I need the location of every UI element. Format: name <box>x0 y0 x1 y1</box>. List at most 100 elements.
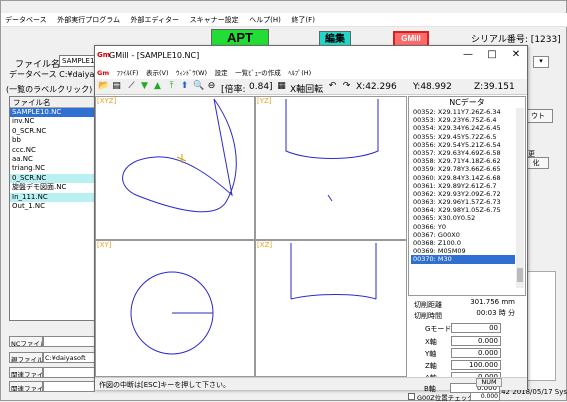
parent-filename-field[interactable]: C:¥daiyasoft <box>43 352 95 363</box>
menu-help[interactable]: ヘルプ(H) <box>245 13 285 26</box>
list-item[interactable]: In_111.NC <box>10 192 94 202</box>
maximize-icon[interactable]: □ <box>483 49 501 60</box>
step-up-icon[interactable]: ▲ <box>152 81 163 92</box>
zoom-in-icon[interactable]: 🔍 <box>193 81 204 92</box>
y-axis-label: Y軸 <box>425 350 437 358</box>
nc-data-title: NCデータ <box>449 98 485 107</box>
nc-line[interactable]: 00370: M30 <box>411 255 515 264</box>
menu-exit[interactable]: 終了(F) <box>287 13 319 26</box>
nc-line[interactable]: 00366: Y0 <box>411 223 515 231</box>
zoom-out-icon[interactable]: ⊖ <box>206 81 217 92</box>
view-label-yz: [YZ] <box>257 97 272 105</box>
menu-database[interactable]: データベース <box>1 13 51 26</box>
gmill-title: GMill - [SAMPLE10.NC] <box>109 51 200 60</box>
xy-toolpath <box>130 271 214 355</box>
step-down-icon[interactable]: ▼ <box>139 81 150 92</box>
nc-line[interactable]: 00356: X29.54Y5.21Z-6.54 <box>411 141 515 149</box>
nc-line[interactable]: 00368: Z100.0 <box>411 239 515 247</box>
list-item[interactable]: Out_1.NC <box>10 202 94 211</box>
gmill-titlebar[interactable]: Gm GMill - [SAMPLE10.NC] — □ ✕ <box>95 46 527 66</box>
cut-time-label: 切削時間 <box>414 312 442 320</box>
g00z-check-value: 0.000 <box>470 392 500 401</box>
nc-line[interactable]: 00362: X29.93Y2.09Z-6.72 <box>411 190 515 198</box>
gmode-label: Gモード <box>425 325 452 333</box>
gmill-menu-help[interactable]: ﾍﾙﾌﾟ(H) <box>288 66 316 77</box>
nc-scroll-thumb[interactable] <box>517 268 523 282</box>
x-axis-label: X軸 <box>425 338 437 346</box>
list-item[interactable]: 旋盤デモ図面.NC <box>10 183 94 192</box>
nc-line[interactable]: 00363: X29.96Y1.57Z-6.73 <box>411 198 515 206</box>
menu-external-editor[interactable]: 外部エディター <box>127 13 184 26</box>
file-list-header[interactable]: ファイル名 <box>10 97 94 108</box>
nc-line[interactable]: 00358: X29.71Y4.18Z-6.62 <box>411 157 515 165</box>
nc-line[interactable]: 00361: X29.89Y2.61Z-6.7 <box>411 182 515 190</box>
nc-filename-label: NCファイル名 <box>9 336 43 347</box>
view-yz[interactable]: [YZ] <box>255 96 407 240</box>
xyz-toolpath <box>122 98 237 213</box>
x-coordinate: X:42.296 <box>356 82 397 92</box>
nc-scrollbar[interactable] <box>516 108 524 288</box>
list-item[interactable]: aa.NC <box>10 155 94 164</box>
rotate-label[interactable]: X軸回転 <box>290 82 323 95</box>
nc-line[interactable]: 00354: X29.34Y6.24Z-6.45 <box>411 124 515 132</box>
nc-line[interactable]: 00357: X29.63Y4.69Z-6.58 <box>411 149 515 157</box>
gmill-menu-icon: Gm <box>97 69 110 77</box>
nc-line[interactable]: 00353: X29.23Y6.75Z-6.4 <box>411 116 515 124</box>
end-icon[interactable]: ⤒ <box>166 81 177 92</box>
view-label-xy: [XY] <box>97 241 112 249</box>
nc-data-list[interactable]: 00352: X29.11Y7.26Z-6.34 00353: X29.23Y6… <box>411 108 515 288</box>
rotate-right-icon[interactable]: ↷ <box>341 81 352 92</box>
gmill-window: Gm GMill - [SAMPLE10.NC] — □ ✕ Gm ﾌｧｲﾙ(F… <box>94 45 528 390</box>
gmill-menu-settings[interactable]: 設定 <box>215 66 233 77</box>
top-icon[interactable]: ⬆ <box>179 81 190 92</box>
gmill-toolbar: 📂 ▤ ⟋ ▼ ▲ ⤒ ⬆ 🔍 ⊖ [倍率: 0.84] ▦ X軸回転 ↶ ↷ … <box>95 79 527 95</box>
zoom-label: [倍率: <box>221 85 246 95</box>
related-file2-field[interactable] <box>43 381 95 392</box>
path-icon[interactable]: ⟋ <box>126 81 137 92</box>
view-label-xyz: [XYZ] <box>97 97 117 105</box>
num-lock-indicator: NUM <box>476 378 502 387</box>
list-item[interactable]: inv.NC <box>10 117 94 126</box>
nc-line[interactable]: 00365: X30.0Y0.52 <box>411 214 515 222</box>
list-item[interactable]: ccc.NC <box>10 146 94 155</box>
nc-filename-field[interactable] <box>43 336 95 347</box>
nc-line[interactable]: 00355: X29.45Y5.72Z-6.5 <box>411 133 515 141</box>
x-axis-value: 0.000 <box>451 336 501 346</box>
save-icon[interactable]: ▤ <box>111 81 122 92</box>
z-coordinate: Z:39.151 <box>474 82 515 92</box>
list-item[interactable]: 0_SCR.NC <box>10 127 94 136</box>
list-item[interactable]: bb <box>10 136 94 145</box>
related-file1-field[interactable] <box>43 367 95 378</box>
list-item[interactable]: 0_SCR.NC <box>10 173 94 184</box>
nc-line[interactable]: 00352: X29.11Y7.26Z-6.34 <box>411 108 515 116</box>
y-axis-value: 0.000 <box>451 348 501 358</box>
open-icon[interactable]: 📂 <box>98 81 109 92</box>
list-item[interactable]: triang.NC <box>10 164 94 173</box>
nc-line[interactable]: 00364: X29.98Y1.05Z-6.75 <box>411 206 515 214</box>
nc-line[interactable]: 00359: X29.78Y3.66Z-6.65 <box>411 165 515 173</box>
view-label-xz: [XZ] <box>257 241 273 249</box>
view-xyz[interactable]: [XYZ] <box>95 96 255 240</box>
view-xz[interactable]: [XZ] <box>255 240 407 377</box>
related-file2-label: 関連ファイル2 <box>9 381 43 392</box>
nc-line[interactable]: 00360: X29.84Y3.14Z-6.68 <box>411 174 515 182</box>
database-path-label: データベース C:¥daiyas <box>9 70 99 79</box>
chevron-down-icon[interactable]: ▾ <box>533 56 549 68</box>
nc-line[interactable]: 00369: M05M09 <box>411 247 515 255</box>
gmill-menu-window[interactable]: ｳｨﾝﾄﾞｳ(W) <box>176 66 212 77</box>
xz-toolpath <box>290 243 377 300</box>
menu-scanner-settings[interactable]: スキャナー設定 <box>186 13 243 26</box>
rotate-left-icon[interactable]: ↶ <box>327 81 338 92</box>
close-icon[interactable]: ✕ <box>507 49 525 60</box>
gmill-menu-file[interactable]: ﾌｧｲﾙ(F) <box>117 66 144 77</box>
nc-line[interactable]: 00367: G00X0 <box>411 231 515 239</box>
file-list[interactable]: ファイル名 SAMPLE10.NC inv.NC 0_SCR.NC bb ccc… <box>9 96 95 321</box>
g00z-check-checkbox[interactable] <box>408 393 415 400</box>
gmill-menu-view[interactable]: 表示(V) <box>146 66 174 77</box>
minimize-icon[interactable]: — <box>459 49 477 60</box>
view-xy[interactable]: [XY] <box>95 240 255 377</box>
gmill-menu-create-list-view[interactable]: 一覧ﾋﾞｭｰの作成 <box>235 66 286 77</box>
rotate-icon[interactable]: ▦ <box>276 81 287 92</box>
menu-external-programs[interactable]: 外部実行プログラム <box>53 13 124 26</box>
list-item[interactable]: SAMPLE10.NC <box>10 108 94 118</box>
